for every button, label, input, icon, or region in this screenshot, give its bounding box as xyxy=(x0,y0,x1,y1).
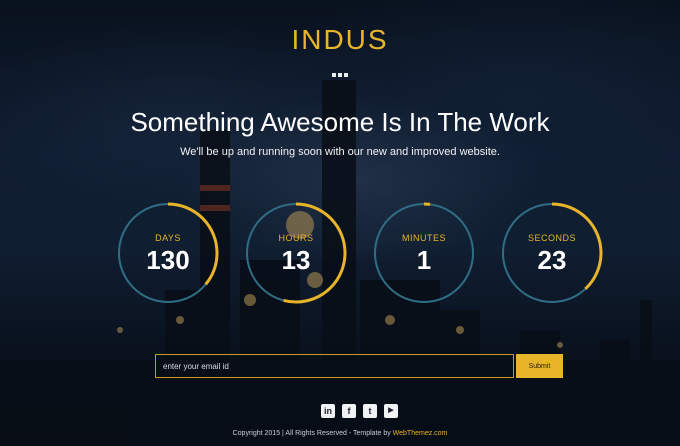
youtube-icon[interactable]: ▶ xyxy=(384,404,398,418)
submit-button[interactable]: Submit xyxy=(516,354,563,378)
hours-value: 13 xyxy=(281,245,311,275)
linkedin-icon[interactable]: in xyxy=(321,404,335,418)
seconds-label: SECONDS xyxy=(527,233,576,243)
countdown-hours: HOURS 13 xyxy=(244,201,348,305)
page-subheadline: We'll be up and running soon with our ne… xyxy=(180,146,500,158)
footer-copyright: Copyright 2015 | All Rights Reserved - T… xyxy=(232,430,393,437)
email-input[interactable] xyxy=(155,354,514,378)
page-headline: Something Awesome Is In The Work xyxy=(130,107,550,137)
twitter-icon[interactable]: t xyxy=(363,404,377,418)
footer-template-link[interactable]: WebThemez.com xyxy=(393,430,448,437)
logo-title[interactable]: INDUS xyxy=(0,24,680,56)
days-label: DAYS xyxy=(155,233,181,243)
countdown-days: DAYS 130 xyxy=(116,201,220,305)
seconds-value: 23 xyxy=(537,245,567,275)
countdown-timer: DAYS 130 HOURS 13 MINUTES 1 SECONDS 23 xyxy=(0,201,680,305)
subscribe-form: Submit xyxy=(155,354,563,378)
minutes-value: 1 xyxy=(416,245,432,275)
facebook-icon[interactable]: f xyxy=(342,404,356,418)
days-value: 130 xyxy=(146,245,190,275)
logo-dots-decoration xyxy=(0,62,680,81)
minutes-label: MINUTES xyxy=(402,233,446,243)
countdown-seconds: SECONDS 23 xyxy=(500,201,604,305)
footer: Copyright 2015 | All Rights Reserved - T… xyxy=(0,430,680,437)
hours-label: HOURS xyxy=(278,233,314,243)
countdown-minutes: MINUTES 1 xyxy=(372,201,476,305)
